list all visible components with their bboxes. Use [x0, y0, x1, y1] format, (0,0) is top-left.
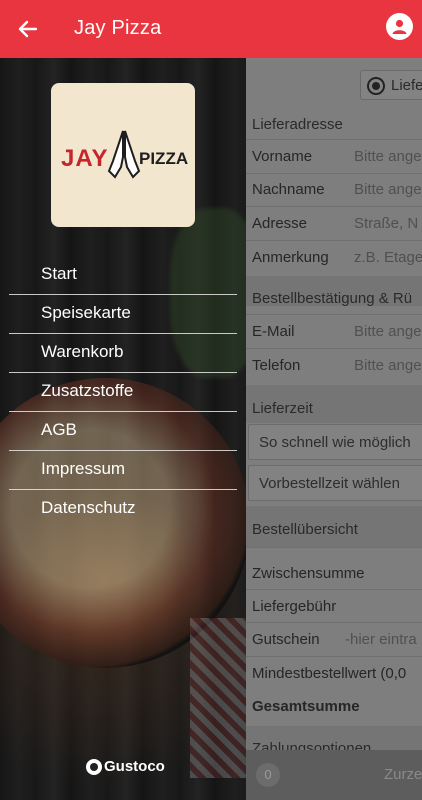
menu-item-label: Impressum	[41, 459, 126, 478]
lastname-field[interactable]: Nachname Bitte ange	[246, 173, 422, 206]
subtotal-row: Zwischensumme	[246, 557, 422, 590]
email-placeholder: Bitte ange	[354, 323, 422, 340]
note-field[interactable]: Anmerkung z.B. Etage	[246, 241, 422, 274]
menu-item-label: Start	[41, 264, 77, 283]
time-option-preorder[interactable]: Vorbestellzeit wählen	[248, 465, 422, 501]
address-field[interactable]: Adresse Straße, N	[246, 207, 422, 240]
firstname-label: Vorname	[252, 148, 313, 165]
minimum-order-row: Mindestbestellwert (0,0	[246, 657, 422, 690]
account-icon[interactable]	[386, 13, 413, 40]
time-option-asap[interactable]: So schnell wie möglich	[248, 424, 422, 460]
menu-item-label: AGB	[41, 420, 77, 439]
total-label: Gesamtsumme	[252, 698, 360, 715]
gustoco-logo-icon	[86, 758, 102, 775]
email-label: E-Mail	[252, 323, 295, 340]
app-bar: Jay Pizza	[0, 0, 422, 58]
address-placeholder: Straße, N	[354, 215, 419, 232]
delivery-fee-row: Liefergebühr	[246, 590, 422, 623]
voucher-placeholder: -hier eintra	[345, 631, 417, 648]
menu-item-warenkorb[interactable]: Warenkorb	[9, 334, 237, 373]
phone-placeholder: Bitte ange	[354, 357, 422, 374]
restaurant-logo: JAY PIZZA	[51, 83, 195, 227]
menu-item-speisekarte[interactable]: Speisekarte	[9, 295, 237, 334]
time-section-title: Lieferzeit	[252, 400, 313, 417]
note-placeholder: z.B. Etage	[354, 249, 422, 266]
checkout-form: Liefe Lieferadresse Vorname Bitte ange N…	[246, 58, 422, 800]
delivery-option-radio[interactable]: Liefe	[360, 70, 422, 100]
app-title: Jay Pizza	[74, 17, 162, 39]
note-label: Anmerkung	[252, 249, 329, 266]
delivery-fee-label: Liefergebühr	[252, 598, 337, 615]
firstname-field[interactable]: Vorname Bitte ange	[246, 140, 422, 173]
email-field[interactable]: E-Mail Bitte ange	[246, 315, 422, 348]
firstname-placeholder: Bitte ange	[354, 148, 422, 165]
back-arrow-icon[interactable]	[14, 15, 42, 43]
navigation-drawer: JAY PIZZA Start Speisekarte Warenkorb Zu…	[0, 58, 246, 800]
drawer-menu: Start Speisekarte Warenkorb Zusatzstoffe…	[9, 256, 237, 529]
subtotal-label: Zwischensumme	[252, 565, 365, 582]
logo-text-jay: JAY	[61, 145, 109, 172]
time-option-preorder-label: Vorbestellzeit wählen	[259, 475, 400, 492]
time-option-asap-label: So schnell wie möglich	[259, 434, 411, 451]
voucher-field[interactable]: Gutschein -hier eintra	[246, 623, 422, 656]
radio-selected-icon	[367, 77, 385, 95]
confirmation-section-title: Bestellbestätigung & Rü	[252, 290, 413, 307]
menu-item-agb[interactable]: AGB	[9, 412, 237, 451]
checkout-bar-label: Zurze	[384, 766, 422, 783]
minimum-order-label: Mindestbestellwert (0,0	[252, 665, 407, 682]
menu-item-zusatzstoffe[interactable]: Zusatzstoffe	[9, 373, 237, 412]
lastname-placeholder: Bitte ange	[354, 181, 422, 198]
menu-item-start[interactable]: Start	[9, 256, 237, 295]
menu-item-impressum[interactable]: Impressum	[9, 451, 237, 490]
voucher-label: Gutschein	[252, 631, 320, 648]
address-label: Adresse	[252, 215, 308, 232]
menu-item-label: Zusatzstoffe	[41, 381, 134, 400]
address-section-title: Lieferadresse	[252, 116, 343, 133]
total-row: Gesamtsumme	[246, 690, 422, 723]
cart-count-badge: 0	[256, 763, 280, 787]
menu-item-label: Speisekarte	[41, 303, 131, 322]
gustoco-brand[interactable]: Gustoco	[86, 758, 165, 775]
menu-item-label: Warenkorb	[41, 342, 124, 361]
checkout-bar[interactable]: 0 Zurze	[246, 750, 422, 800]
menu-item-datenschutz[interactable]: Datenschutz	[9, 490, 237, 529]
menu-item-label: Datenschutz	[41, 498, 136, 517]
logo-text-pizza: PIZZA	[139, 149, 189, 168]
phone-label: Telefon	[252, 357, 301, 374]
delivery-option-label: Liefe	[391, 77, 422, 94]
lastname-label: Nachname	[252, 181, 325, 198]
overview-section-title: Bestellübersicht	[252, 521, 358, 538]
gustoco-brand-label: Gustoco	[104, 758, 165, 775]
phone-field[interactable]: Telefon Bitte ange	[246, 349, 422, 382]
praying-hands-icon	[107, 130, 141, 179]
